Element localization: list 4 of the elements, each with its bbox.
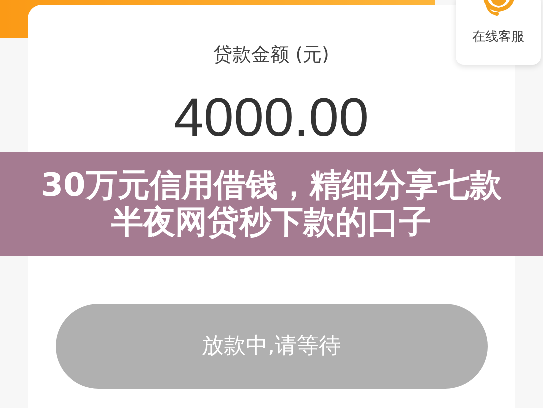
loan-amount-label: 贷款金额 (元) [214,43,330,68]
customer-service-button[interactable]: 在线客服 [456,0,541,65]
loan-amount: 4000.00 [174,87,370,150]
banner-title: 30万元信用借钱，精细分享七款半夜网贷秒下款的口子 [40,167,503,241]
